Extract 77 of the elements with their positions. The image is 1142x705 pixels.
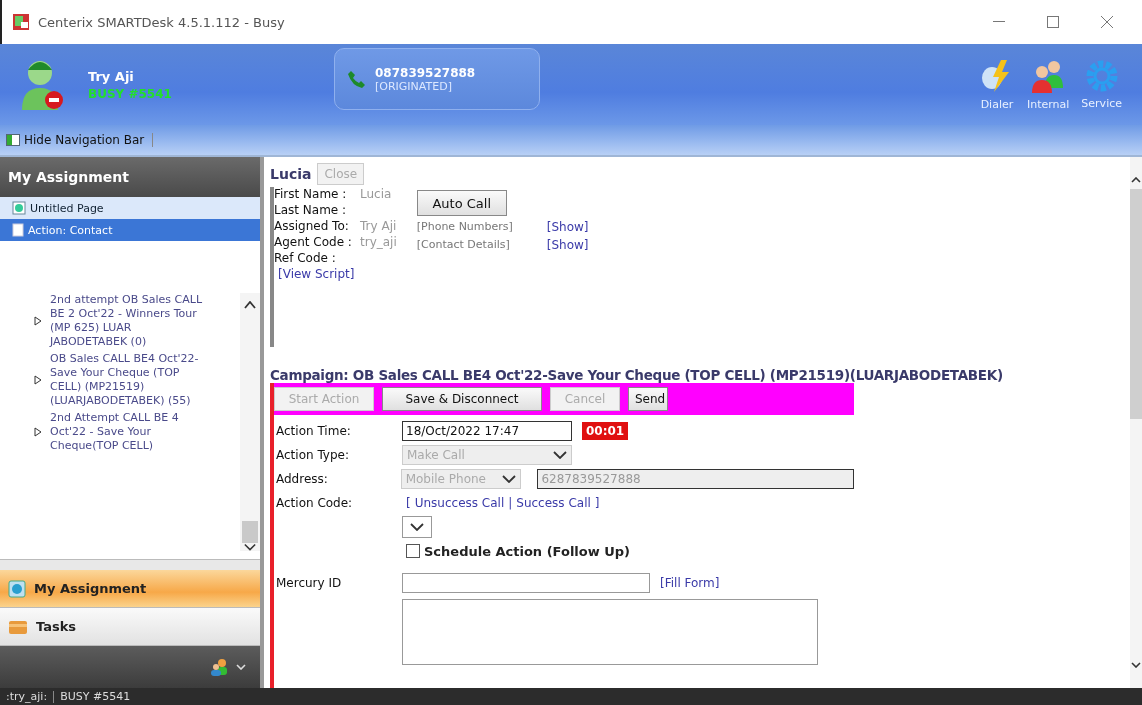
call-state: [ORIGINATED] xyxy=(375,79,453,93)
close-icon[interactable] xyxy=(1101,16,1113,28)
field-label: Address: xyxy=(275,472,329,486)
contact-name: Lucia xyxy=(270,166,312,182)
call-timer: 00:01 xyxy=(582,422,629,440)
bracket-text: [ xyxy=(406,496,411,510)
caret-icon xyxy=(553,451,567,459)
field-label: Assigned To: xyxy=(274,219,350,233)
caret-icon xyxy=(502,475,517,483)
campaign-title: Campaign: OB Sales CALL BE4 Oct'22-Save Your Cheque (TOP CELL) (MP21519)(LUARJABODETABEK) xyxy=(270,367,1004,383)
folder-icon xyxy=(8,618,28,635)
panel-icon xyxy=(6,134,20,146)
campaign-item[interactable]: OB Sales CALL BE4 Oct'22-Save Your Cheque (TOP CELL) (MP21519) (LUARJABODETABEK) (55) xyxy=(50,352,210,408)
field-label: First Name : xyxy=(274,187,348,201)
document-icon xyxy=(12,223,24,237)
app-icon xyxy=(12,13,30,31)
bracket-text: ] xyxy=(594,496,600,510)
field-value: Lucia xyxy=(360,187,392,201)
status-text: BUSY #5541 xyxy=(60,691,131,702)
hide-navigation-button[interactable]: Hide Navigation Bar xyxy=(6,133,154,147)
show-link[interactable]: [Show] xyxy=(546,238,589,252)
expand-icon[interactable] xyxy=(34,375,42,385)
scroll-up-icon[interactable] xyxy=(1131,177,1141,183)
phone-icon xyxy=(347,69,367,89)
action-button[interactable]: Save & Disconnect xyxy=(382,387,542,411)
scroll-up-icon[interactable] xyxy=(244,301,256,309)
users-icon[interactable] xyxy=(210,658,228,676)
action-code-link[interactable]: Unsuccess Call xyxy=(414,496,505,510)
globe-page-icon xyxy=(12,201,26,215)
expand-icon[interactable] xyxy=(34,427,42,437)
minimize-icon[interactable] xyxy=(993,21,1005,23)
action-code-link[interactable]: Success Call xyxy=(516,496,591,510)
view-script-link[interactable]: [View Script] xyxy=(278,267,397,281)
notes-field[interactable] xyxy=(402,599,818,665)
agent-name: Try Aji xyxy=(88,68,135,84)
field-label: Ref Code : xyxy=(274,251,337,265)
globe-page-icon xyxy=(8,579,26,598)
detail-label: [Contact Details] xyxy=(416,238,511,252)
call-number: 087839527888 xyxy=(375,65,476,80)
settings-icon xyxy=(1084,59,1119,93)
fill-form-link[interactable]: [Fill Form] xyxy=(660,576,720,590)
campaign-item[interactable]: 2nd attempt OB Sales CALL BE 2 Oct'22 - Winners Tour (MP 625) LUAR JABODETABEK (0) xyxy=(50,293,210,349)
agent-status: BUSY #5541 xyxy=(88,86,173,101)
caret-icon xyxy=(244,543,256,551)
window-title: Centerix SMARTDesk 4.5.1.112 - Busy xyxy=(38,14,286,30)
field-label: Last Name : xyxy=(274,203,348,217)
tree-item[interactable]: Untitled Page xyxy=(0,197,260,219)
caret-icon xyxy=(410,523,424,531)
field-label: Mercury ID xyxy=(275,576,343,590)
mercury-id-field[interactable] xyxy=(402,573,650,593)
expand-icon[interactable] xyxy=(34,316,42,326)
action-time-field[interactable]: 18/Oct/2022 17:47 xyxy=(402,421,572,441)
chevron-down-icon[interactable] xyxy=(236,664,246,670)
campaign-item[interactable]: 2nd Attempt CALL BE 4 Oct'22 - Save Your Cheque(TOP CELL) xyxy=(50,411,210,453)
scrollbar-thumb[interactable] xyxy=(242,521,258,543)
checkbox-label: Schedule Action (Follow Up) xyxy=(424,543,631,559)
scrollbar-thumb[interactable] xyxy=(1130,189,1142,419)
show-link[interactable]: [Show] xyxy=(546,220,589,234)
splitter-handle[interactable] xyxy=(0,559,260,570)
tree-item[interactable]: Action: Contact xyxy=(0,219,260,241)
action-button[interactable]: Send xyxy=(628,387,668,411)
field-label: Agent Code : xyxy=(274,235,353,249)
field-label: Action Code: xyxy=(275,496,354,510)
detail-label: [Phone Numbers] xyxy=(416,220,514,234)
auto-call-button[interactable]: Auto Call xyxy=(416,190,507,216)
status-user: :try_aji: xyxy=(6,691,48,702)
action-code-dropdown[interactable] xyxy=(402,516,432,538)
schedule-checkbox[interactable] xyxy=(406,544,420,558)
scrollbar[interactable] xyxy=(1130,157,1142,688)
nav-section-button[interactable]: Tasks xyxy=(0,608,260,646)
separator-text: | xyxy=(508,496,513,510)
field-label: Action Time: xyxy=(275,424,352,438)
nav-section-button[interactable]: My Assignment xyxy=(0,570,260,608)
scroll-down-icon[interactable] xyxy=(1131,662,1141,668)
sidebar-title: My Assignment xyxy=(0,157,260,197)
maximize-icon[interactable] xyxy=(1047,16,1059,28)
field-label: Action Type: xyxy=(275,448,350,462)
